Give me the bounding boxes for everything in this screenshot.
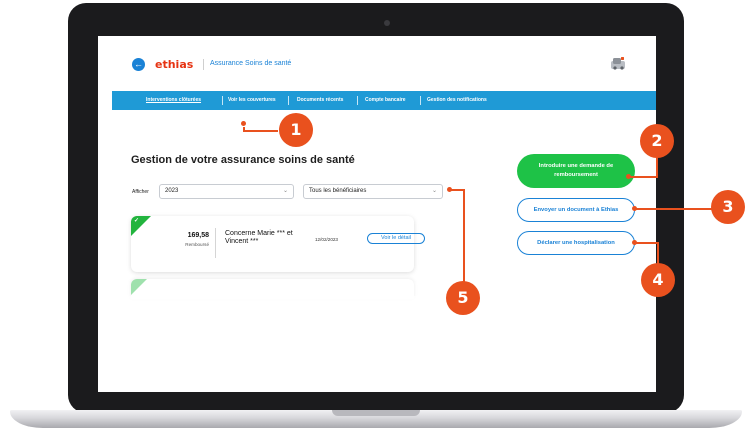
callout-3-line [635,208,723,210]
callout-2-anchor [626,174,631,179]
list-fade-overlay [118,296,438,392]
callout-2-line [630,176,657,178]
app-screen: ← ethias Assurance Soins de santé Interv… [98,36,656,392]
ethias-logo[interactable]: ethias [155,58,193,71]
nav-divider [222,96,223,105]
callout-2-line [656,156,658,178]
year-select-value: 2023 [165,188,179,194]
callout-badge-2: 2 [640,124,674,158]
back-arrow-icon[interactable]: ← [132,58,145,71]
callout-1-line [243,130,278,132]
callout-3-anchor [632,206,637,211]
chevron-down-icon: ⌄ [282,188,288,194]
send-document-button[interactable]: Envoyer un document à Ethias [517,198,635,222]
year-select[interactable]: 2023 ⌄ [159,184,294,199]
filter-label: Afficher [132,189,149,195]
tab-voir-couvertures[interactable]: Voir les couvertures [228,91,276,110]
tab-interventions-cloturees[interactable]: Interventions clôturées [146,91,201,110]
beneficiary-select[interactable]: Tous les bénéficiaires ⌄ [303,184,443,199]
declare-hospitalisation-button[interactable]: Déclarer une hospitalisation [517,231,635,255]
reimbursed-amount: 169,58 [187,232,209,239]
page-title: Gestion de votre assurance soins de sant… [131,154,355,166]
status-corner [131,279,147,295]
tab-compte-bancaire[interactable]: Compte bancaire [365,91,406,110]
laptop-notch [332,410,420,416]
callout-badge-1: 1 [279,113,313,147]
nav-divider [357,96,358,105]
nav-bar: Interventions clôturées Voir les couvert… [112,91,656,110]
callout-4-line [635,242,658,244]
app-header: ← ethias Assurance Soins de santé [98,36,656,92]
nav-divider [420,96,421,105]
check-icon: ✓ [134,218,140,224]
callout-badge-5: 5 [446,281,480,315]
chevron-down-icon: ⌄ [431,188,437,194]
view-detail-button[interactable]: Voir le détail [367,233,425,244]
callout-badge-3: 3 [711,190,745,224]
card-divider [215,228,216,258]
intervention-date: 12/02/2023 [315,237,338,242]
reimbursement-card: ✓ 169,58 Remboursé Concerne Marie *** et… [131,216,425,272]
tab-documents-recents[interactable]: Documents récents [297,91,343,110]
introduce-reimbursement-button[interactable]: Introduire une demande de remboursement [517,154,635,188]
beneficiary-select-value: Tous les bénéficiaires [309,188,367,194]
laptop-mockup: ← ethias Assurance Soins de santé Interv… [0,0,752,441]
callout-5-line [463,189,465,282]
app-title: Assurance Soins de santé [210,60,292,67]
tab-gestion-notifications[interactable]: Gestion des notifications [427,91,487,110]
camera-icon [384,20,390,26]
callout-badge-4: 4 [641,263,675,297]
reimbursed-label: Remboursé [185,242,209,247]
user-avatar-icon[interactable] [610,56,626,70]
callout-4-anchor [632,240,637,245]
callout-4-line [657,242,659,264]
header-divider [203,59,204,70]
callout-1-anchor [241,121,246,126]
nav-divider [288,96,289,105]
callout-5-anchor [447,187,452,192]
concerned-persons: Concerne Marie *** et Vincent *** [225,230,293,245]
